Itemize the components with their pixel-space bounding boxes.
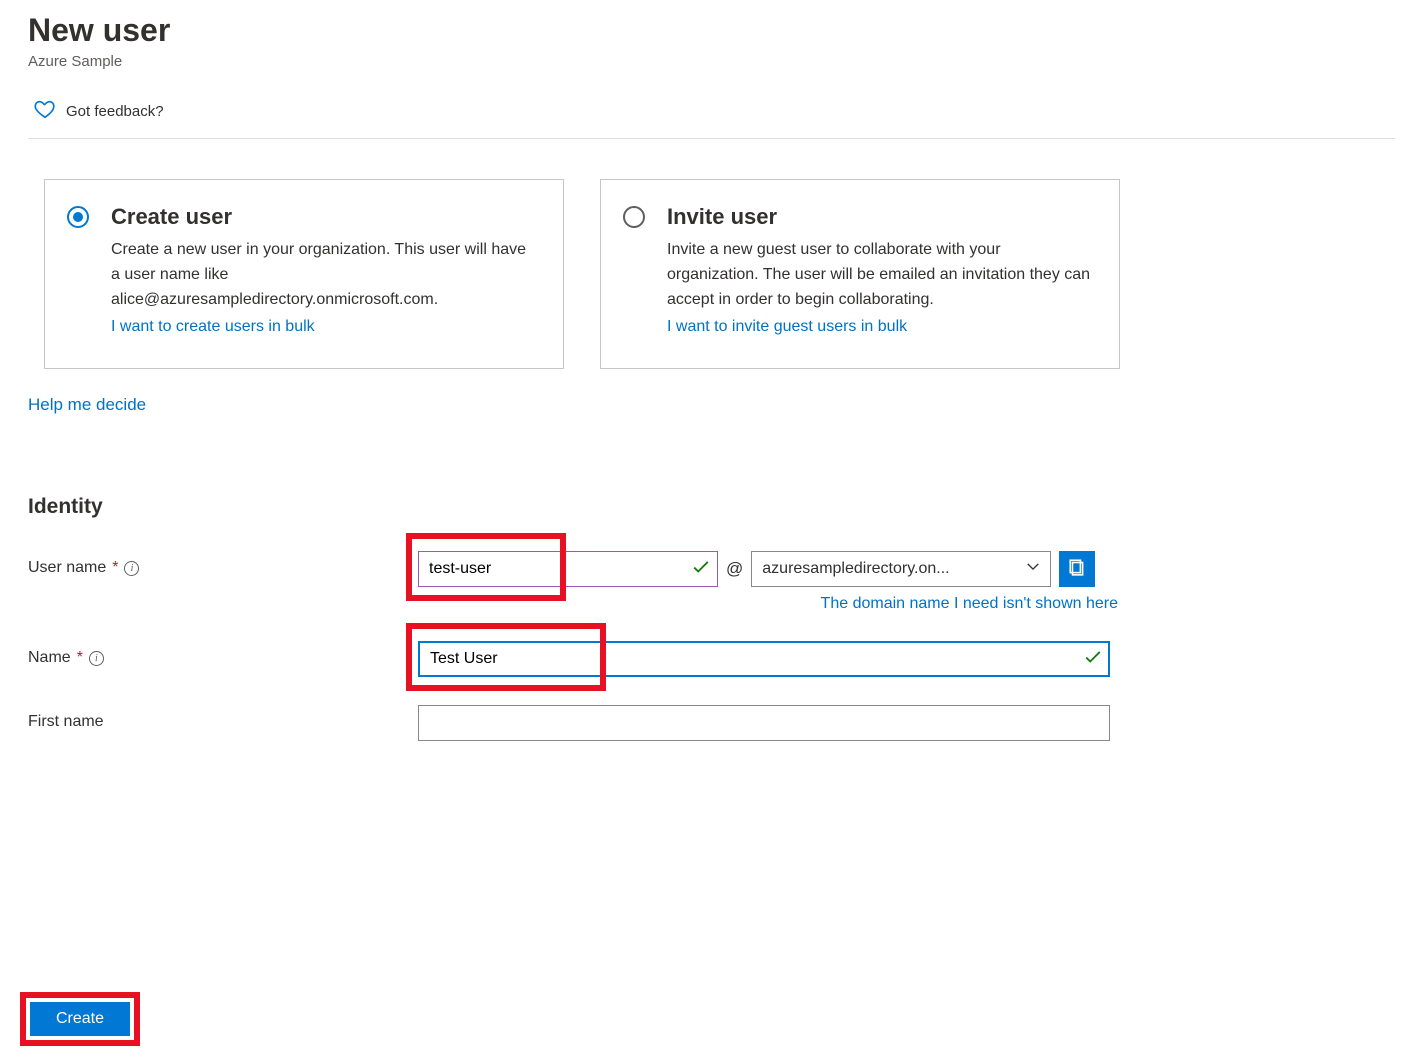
firstname-input[interactable] (418, 705, 1110, 741)
invite-user-option[interactable]: Invite user Invite a new guest user to c… (600, 179, 1120, 369)
copy-icon (1068, 558, 1086, 580)
feedback-link[interactable]: Got feedback? (28, 88, 1395, 139)
invite-user-title: Invite user (667, 204, 1091, 230)
copy-button[interactable] (1059, 551, 1095, 587)
username-label: User name (28, 559, 106, 577)
footer: Create (0, 978, 1423, 1060)
at-symbol: @ (726, 559, 743, 579)
radio-icon (623, 206, 645, 228)
firstname-label: First name (28, 713, 104, 731)
bulk-invite-link[interactable]: I want to invite guest users in bulk (667, 318, 907, 336)
create-user-desc: Create a new user in your organization. … (111, 238, 535, 312)
required-indicator: * (77, 649, 83, 667)
heart-icon (34, 98, 56, 124)
bulk-create-link[interactable]: I want to create users in bulk (111, 318, 315, 336)
name-input[interactable] (418, 641, 1110, 677)
domain-help-link[interactable]: The domain name I need isn't shown here (821, 595, 1118, 613)
username-input[interactable] (418, 551, 718, 587)
chevron-down-icon (1026, 560, 1040, 579)
feedback-label: Got feedback? (66, 103, 164, 120)
name-label: Name (28, 649, 71, 667)
info-icon[interactable]: i (124, 561, 139, 576)
identity-section-header: Identity (28, 495, 1395, 519)
info-icon[interactable]: i (89, 651, 104, 666)
help-me-decide-link[interactable]: Help me decide (28, 395, 146, 415)
domain-select[interactable]: azuresampledirectory.on... (751, 551, 1051, 587)
invite-user-desc: Invite a new guest user to collaborate w… (667, 238, 1091, 312)
page-title: New user (28, 12, 1395, 49)
radio-icon (67, 206, 89, 228)
create-button[interactable]: Create (30, 1002, 130, 1036)
create-user-option[interactable]: Create user Create a new user in your or… (44, 179, 564, 369)
create-user-title: Create user (111, 204, 535, 230)
page-subtitle: Azure Sample (28, 53, 1395, 70)
domain-value: azuresampledirectory.on... (762, 560, 949, 578)
required-indicator: * (112, 559, 118, 577)
